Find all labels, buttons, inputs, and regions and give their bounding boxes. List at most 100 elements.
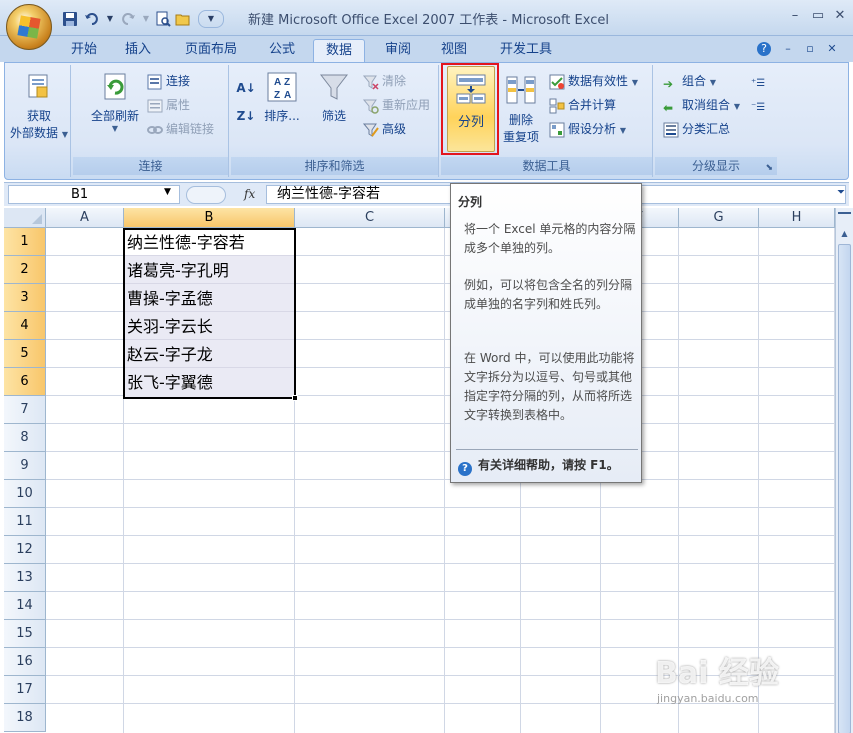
undo-icon[interactable]: [84, 11, 100, 27]
sort-az-icon: A↓ Z↓: [236, 81, 256, 123]
remove-duplicates-icon: [505, 75, 537, 107]
row-header-12[interactable]: 12: [4, 536, 46, 564]
worksheet-grid[interactable]: A B C D E F G H 1 2 3 4 5 6 7 8 9 10 11 …: [4, 208, 835, 733]
row-header-8[interactable]: 8: [4, 424, 46, 452]
save-icon[interactable]: [62, 11, 78, 27]
tab-home[interactable]: 开始: [62, 39, 106, 62]
tab-page-layout[interactable]: 页面布局: [178, 39, 244, 62]
scroll-up-icon[interactable]: ▲: [837, 226, 852, 242]
highlight-box: [441, 63, 499, 155]
row-header-7[interactable]: 7: [4, 396, 46, 424]
consolidate-button[interactable]: 合并计算: [549, 95, 616, 115]
scroll-thumb[interactable]: [838, 244, 851, 733]
sort-button[interactable]: AZZA 排序...: [261, 71, 303, 124]
cell-b3[interactable]: 曹操-字孟德: [124, 285, 295, 313]
name-box-dropdown-icon[interactable]: ▼: [164, 187, 171, 197]
row-header-6[interactable]: 6: [4, 368, 46, 396]
row-header-18[interactable]: 18: [4, 704, 46, 732]
vertical-scrollbar[interactable]: ▲: [835, 208, 853, 733]
subtotal-icon: [663, 122, 679, 138]
show-detail-button[interactable]: ⁺☰: [751, 71, 770, 91]
redo-dropdown-icon[interactable]: ▼: [138, 11, 154, 27]
office-button[interactable]: [6, 4, 52, 50]
close-button[interactable]: ✕: [830, 8, 850, 24]
undo-dropdown-icon[interactable]: ▼: [102, 11, 118, 27]
formula-bar-resize[interactable]: [186, 186, 226, 204]
tab-formulas[interactable]: 公式: [260, 39, 304, 62]
row-header-17[interactable]: 17: [4, 676, 46, 704]
cell-b6[interactable]: 张飞-字翼德: [124, 369, 295, 397]
row-header-9[interactable]: 9: [4, 452, 46, 480]
formula-bar: B1 ▼ fx 纳兰性德-字容若: [4, 182, 849, 206]
column-header-c[interactable]: C: [295, 208, 445, 228]
cell-b2[interactable]: 诸葛亮-字孔明: [124, 257, 295, 285]
refresh-icon: [99, 71, 131, 103]
row-header-13[interactable]: 13: [4, 564, 46, 592]
remove-duplicates-label-1: 删除: [508, 113, 533, 127]
refresh-all-button[interactable]: 全部刷新 ▼: [79, 71, 151, 133]
reapply-button[interactable]: 重新应用: [362, 95, 430, 115]
consolidate-icon: [549, 98, 565, 114]
redo-icon[interactable]: [120, 11, 136, 27]
data-validation-button[interactable]: 数据有效性 ▼: [549, 71, 638, 91]
what-if-analysis-button[interactable]: 假设分析 ▼: [549, 119, 626, 139]
tooltip-paragraph-3: 在 Word 中，可以使用此功能将文字拆分为以逗号、句号或其他指定字符分隔的列，…: [464, 351, 635, 422]
workbook-restore-icon[interactable]: ▫: [802, 41, 818, 57]
column-header-g[interactable]: G: [679, 208, 759, 228]
row-header-3[interactable]: 3: [4, 284, 46, 312]
fill-handle[interactable]: [292, 395, 298, 401]
tab-insert[interactable]: 插入: [116, 39, 160, 62]
sort-ascending-button[interactable]: A↓ Z↓: [235, 81, 257, 123]
column-header-b[interactable]: B: [124, 208, 295, 228]
tab-review[interactable]: 审阅: [376, 39, 420, 62]
properties-icon: [147, 98, 163, 114]
get-external-data-button[interactable]: 获取 外部数据 ▼: [9, 71, 69, 141]
print-preview-icon[interactable]: [155, 11, 171, 27]
workbook-close-icon[interactable]: ✕: [824, 41, 840, 57]
row-header-4[interactable]: 4: [4, 312, 46, 340]
tab-developer[interactable]: 开发工具: [490, 39, 562, 62]
column-header-h[interactable]: H: [759, 208, 835, 228]
properties-button[interactable]: 属性: [147, 95, 190, 115]
row-header-14[interactable]: 14: [4, 592, 46, 620]
group-button[interactable]: ➔ 组合 ▼: [663, 71, 716, 91]
ungroup-button[interactable]: ⬅ 取消组合 ▼: [663, 95, 740, 115]
hide-detail-button[interactable]: ⁻☰: [751, 95, 770, 115]
tab-data[interactable]: 数据: [313, 39, 365, 62]
cell-b5[interactable]: 赵云-字子龙: [124, 341, 295, 369]
subtotal-button[interactable]: 分类汇总: [663, 119, 730, 139]
select-all-button[interactable]: [4, 208, 46, 228]
row-header-5[interactable]: 5: [4, 340, 46, 368]
row-header-10[interactable]: 10: [4, 480, 46, 508]
row-header-2[interactable]: 2: [4, 256, 46, 284]
open-icon[interactable]: [175, 11, 191, 27]
tooltip-title: 分列: [458, 195, 483, 209]
insert-function-icon[interactable]: fx: [244, 187, 255, 201]
row-header-15[interactable]: 15: [4, 620, 46, 648]
cell-b1[interactable]: 纳兰性德-字容若: [124, 229, 295, 257]
row-header-1[interactable]: 1: [4, 228, 46, 256]
group-sort-filter: A↓ Z↓ AZZA 排序... 筛选 清除 重新应用 高级 排序和筛选: [231, 65, 439, 177]
column-header-a[interactable]: A: [46, 208, 124, 228]
tab-view[interactable]: 视图: [432, 39, 476, 62]
workbook-minimize-icon[interactable]: –: [780, 41, 796, 57]
dialog-launcher-icon[interactable]: ⬊: [765, 163, 773, 173]
filter-button[interactable]: 筛选: [311, 71, 357, 124]
remove-duplicates-button[interactable]: 删除 重复项: [501, 75, 541, 145]
expand-formula-bar-icon[interactable]: ⏷: [833, 185, 849, 201]
sort-icon: AZZA: [266, 71, 298, 103]
restore-button[interactable]: ▭: [808, 8, 828, 24]
split-box[interactable]: [838, 212, 851, 220]
connections-button[interactable]: 连接: [147, 71, 190, 91]
edit-links-button[interactable]: 编辑链接: [147, 119, 214, 139]
help-icon[interactable]: ?: [757, 42, 771, 56]
customize-toolbar-icon[interactable]: ▼: [198, 10, 224, 28]
name-box[interactable]: B1: [8, 185, 180, 204]
row-header-16[interactable]: 16: [4, 648, 46, 676]
remove-duplicates-label-2: 重复项: [502, 130, 539, 144]
row-header-11[interactable]: 11: [4, 508, 46, 536]
clear-button[interactable]: 清除: [362, 71, 406, 91]
minimize-button[interactable]: –: [785, 8, 805, 24]
cell-b4[interactable]: 关羽-字云长: [124, 313, 295, 341]
advanced-button[interactable]: 高级: [362, 119, 406, 139]
